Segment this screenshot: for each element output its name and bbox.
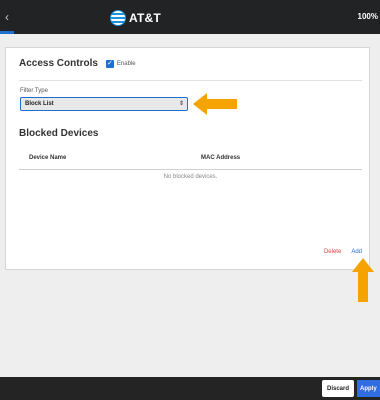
back-icon[interactable]: ‹ <box>0 10 14 24</box>
access-controls-title: Access Controls <box>19 58 98 69</box>
brand-name: AT&T <box>129 11 161 25</box>
column-mac-address: MAC Address <box>201 155 241 161</box>
filter-type-label: Filter Type <box>20 88 48 94</box>
discard-button[interactable]: Discard <box>322 380 354 397</box>
att-logo: AT&T <box>110 9 161 27</box>
top-bar: ‹ AT&T 100% <box>0 0 380 34</box>
column-device-name: Device Name <box>29 155 67 161</box>
divider <box>19 80 362 81</box>
delete-link[interactable]: Delete <box>324 249 341 255</box>
add-link[interactable]: Add <box>351 249 362 255</box>
annotation-arrow-up-icon <box>352 258 374 302</box>
battery-level: 100% <box>357 12 378 21</box>
active-tab-indicator <box>0 31 14 34</box>
table-actions: Delete Add <box>324 249 362 255</box>
empty-state-text: No blocked devices. <box>163 174 218 180</box>
blocked-devices-title: Blocked Devices <box>19 128 99 139</box>
table-divider <box>19 169 362 170</box>
enable-checkbox[interactable]: ✓ <box>105 59 114 68</box>
updown-chevron-icon: ⇕ <box>178 101 184 107</box>
annotation-arrow-left-icon <box>193 93 237 115</box>
blocked-devices-table-header: Device Name MAC Address <box>19 155 362 169</box>
filter-type-value: Block List <box>25 101 54 107</box>
access-controls-header: Access Controls ✓ Enable <box>19 58 136 69</box>
enable-toggle[interactable]: ✓ Enable <box>105 59 136 68</box>
globe-icon <box>110 10 126 26</box>
access-controls-card: Access Controls ✓ Enable Filter Type Blo… <box>5 47 370 270</box>
apply-button[interactable]: Apply <box>357 380 380 397</box>
enable-label: Enable <box>116 60 136 67</box>
filter-type-select[interactable]: Block List ⇕ <box>20 97 188 111</box>
